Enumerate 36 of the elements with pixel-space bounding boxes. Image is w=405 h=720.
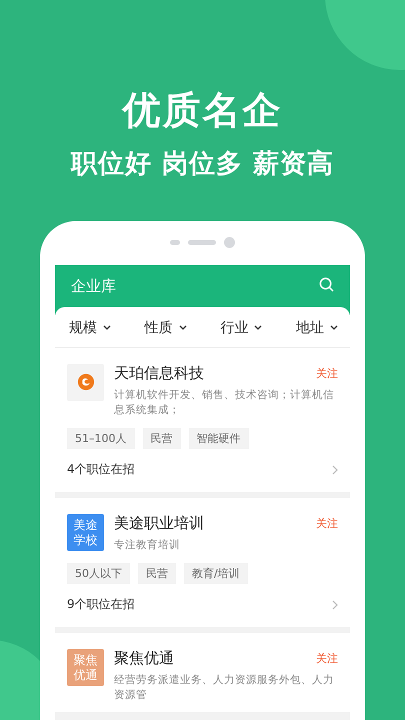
company-logo (67, 364, 104, 401)
company-description: 经营劳务派遣业务、人力资源服务外包、人力资源管 (114, 673, 335, 704)
company-card[interactable]: 天珀信息科技 关注 计算机软件开发、销售、技术咨询；计算机信息系统集成； 51–100人 民营 智能硬件 4个职位在招 (55, 348, 350, 492)
company-name: 美途职业培训 (114, 514, 204, 534)
job-count[interactable]: 9个职位在招 (67, 596, 135, 614)
company-tag: 51–100人 (67, 428, 134, 450)
tagline: 职位好 岗位多 薪资高 (70, 148, 334, 181)
filter-dropdown[interactable]: 行业 (220, 318, 262, 337)
company-tag: 50人以下 (67, 563, 130, 584)
company-logo: 美途学校 (67, 514, 104, 552)
screen-title: 企业库 (71, 276, 116, 296)
caret-icon (254, 325, 262, 330)
search-icon[interactable] (319, 276, 334, 292)
caret-icon (103, 325, 111, 330)
filter-dropdown[interactable]: 规模 (69, 318, 111, 337)
caret-icon (330, 325, 338, 330)
filter-dropdown[interactable]: 性质 (144, 318, 187, 337)
company-logo: 聚焦优通 (67, 649, 104, 686)
filter-dropdown[interactable]: 地址 (296, 318, 338, 337)
company-name: 聚焦优通 (114, 649, 174, 668)
speaker-grille (188, 240, 216, 246)
company-name: 天珀信息科技 (114, 364, 204, 383)
company-tag: 智能硬件 (188, 428, 248, 450)
company-tag: 教育/培训 (184, 563, 248, 584)
camera-dot (224, 237, 235, 248)
caret-icon (178, 325, 187, 330)
company-card[interactable]: 聚焦优通 聚焦优通 关注 经营劳务派遣业务、人力资源服务外包、人力资源管 (55, 633, 350, 712)
chevron-icon (332, 600, 338, 610)
company-tag: 民营 (142, 428, 180, 450)
headline: 优质名企 (122, 88, 282, 134)
company-description: 计算机软件开发、销售、技术咨询；计算机信息系统集成； (114, 388, 335, 418)
company-card[interactable]: 美途学校 美途职业培训 关注 专注教育培训 50人以下 民营 教育/培训 9个职位在招 (55, 498, 350, 628)
company-tag: 民营 (138, 563, 176, 584)
chevron-icon (332, 464, 338, 475)
company-description: 专注教育培训 (114, 538, 181, 554)
job-count[interactable]: 4个职位在招 (67, 461, 135, 478)
